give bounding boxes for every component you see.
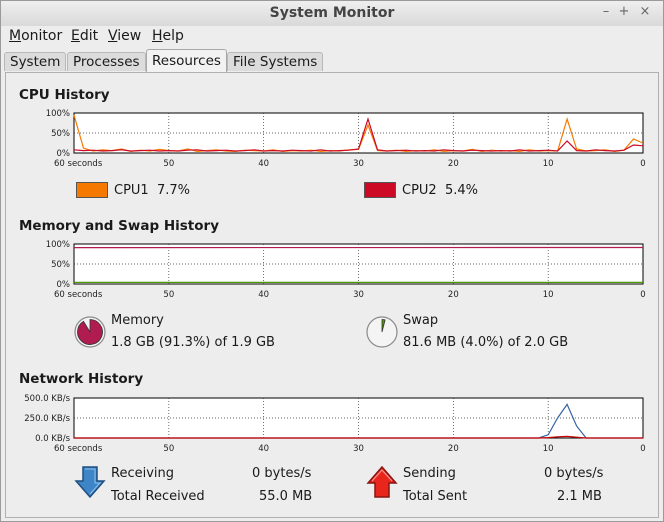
maximize-icon[interactable]: +: [616, 4, 632, 19]
cpu-history-chart: 100% 50% 0%60 seconds 50 40 30 20 10 0: [46, 109, 646, 169]
swap-pie-icon[interactable]: [365, 315, 399, 349]
mem-y-tick-label: 50%: [51, 260, 70, 270]
resources-panel: CPU History 100% 50% 0% 60 seconds 50 40 30 20 1…: [5, 72, 659, 518]
net-y-tick-label: 250.0 KB/s: [24, 414, 70, 424]
cpu-x-tick-label: 0: [640, 159, 645, 169]
tab-file-systems[interactable]: File Systems: [227, 52, 324, 71]
mem-x-tick-label: 30: [353, 290, 364, 300]
menu-monitor[interactable]: Monitor: [9, 28, 62, 44]
cpu-y-tick-label: 0%: [57, 149, 71, 159]
menu-view[interactable]: View: [108, 28, 141, 44]
memory-value: 1.8 GB (91.3%) of 1.9 GB: [111, 335, 275, 350]
cpu1-color-swatch[interactable]: [76, 182, 108, 198]
cpu-y-tick-label: 50%: [51, 129, 70, 139]
mem-x-tick-label: 0: [640, 290, 645, 300]
cpu-x-tick-label: 30: [353, 159, 364, 169]
tab-resources[interactable]: Resources: [146, 49, 227, 72]
mem-x-tick-label: 20: [448, 290, 459, 300]
menu-bar: Monitor Edit View Help: [1, 26, 663, 48]
cpu-x-tick-label: 20: [448, 159, 459, 169]
menu-monitor-mnemonic: M: [9, 28, 22, 44]
cpu2-color-swatch[interactable]: [364, 182, 396, 198]
menu-view-label: iew: [117, 28, 142, 44]
menu-help-mnemonic: H: [152, 28, 163, 44]
window-title: System Monitor: [269, 5, 395, 21]
memory-pie-icon[interactable]: [73, 315, 107, 349]
cpu-x-tick-label: 50: [163, 159, 174, 169]
net-x-tick-label: 40: [258, 444, 269, 454]
cpu-history-title: CPU History: [19, 87, 110, 103]
cpu1-legend: CPU1 7.7%: [114, 183, 190, 198]
net-x-tick-label: 50: [163, 444, 174, 454]
cpu-y-tick-label: 100%: [46, 109, 70, 119]
receiving-arrow-icon[interactable]: [74, 465, 106, 499]
menu-help[interactable]: Help: [152, 28, 184, 44]
menu-view-mnemonic: V: [108, 28, 118, 44]
cpu-x-tick-label: 60 seconds: [54, 159, 103, 169]
sending-value: 0 bytes/s: [544, 466, 604, 481]
sending-label: Sending: [403, 466, 456, 481]
cpu2-legend: CPU2 5.4%: [402, 183, 478, 198]
close-icon[interactable]: ×: [637, 4, 653, 19]
total-received-label: Total Received: [111, 489, 205, 504]
menu-help-label: elp: [162, 28, 184, 44]
receiving-label: Receiving: [111, 466, 175, 481]
cpu2-name: CPU2: [402, 183, 437, 198]
memory-pie-slice: [77, 319, 103, 345]
network-history-chart: 500.0 KB/s 250.0 KB/s 0.0 KB/s60 seconds 50…: [24, 394, 645, 454]
cpu1-name: CPU1: [114, 183, 149, 198]
menu-monitor-label: onitor: [21, 28, 63, 44]
menu-edit[interactable]: Edit: [71, 28, 98, 44]
cpu1-value: 7.7%: [156, 183, 190, 198]
tab-processes[interactable]: Processes: [67, 52, 146, 71]
menu-edit-mnemonic: E: [71, 28, 80, 44]
system-monitor-window: System Monitor – + × Monitor Edit View H…: [0, 0, 664, 522]
mem-x-tick-label: 10: [543, 290, 554, 300]
total-received-value: 55.0 MB: [259, 489, 313, 504]
tab-system[interactable]: System: [4, 52, 67, 71]
cpu-x-tick-label: 40: [258, 159, 269, 169]
mem-x-tick-label: 50: [163, 290, 174, 300]
mem-y-tick-label: 0%: [57, 280, 71, 290]
cpu2-value: 5.4%: [444, 183, 478, 198]
total-sent-value: 2.1 MB: [557, 489, 602, 504]
title-bar[interactable]: System Monitor – + ×: [1, 1, 663, 27]
swap-label: Swap: [403, 313, 439, 328]
memory-history-title: Memory and Swap History: [19, 218, 219, 234]
mem-x-tick-label: 60 seconds: [54, 290, 103, 300]
memory-history-chart: 100% 50% 0%60 seconds 50 40 30 20 10 0: [46, 240, 646, 300]
cpu-x-tick-label: 10: [543, 159, 554, 169]
mem-y-tick-label: 100%: [46, 240, 70, 250]
menu-edit-label: dit: [79, 28, 99, 44]
mem-x-tick-label: 40: [258, 290, 269, 300]
net-x-tick-label: 20: [448, 444, 459, 454]
net-x-tick-label: 0: [640, 444, 645, 454]
net-x-tick-label: 10: [543, 444, 554, 454]
swap-value: 81.6 MB (4.0%) of 2.0 GB: [403, 335, 569, 350]
network-history-title: Network History: [19, 371, 144, 387]
net-x-tick-label: 60 seconds: [54, 444, 103, 454]
total-sent-label: Total Sent: [403, 489, 468, 504]
receiving-value: 0 bytes/s: [252, 466, 312, 481]
minimize-icon[interactable]: –: [598, 4, 614, 19]
memory-label: Memory: [111, 313, 164, 328]
net-y-tick-label: 0.0 KB/s: [35, 434, 70, 444]
tab-bar: System Processes Resources File Systems: [1, 49, 663, 73]
sending-arrow-icon[interactable]: [366, 465, 398, 499]
net-y-tick-label: 500.0 KB/s: [24, 394, 70, 404]
net-x-tick-label: 30: [353, 444, 364, 454]
